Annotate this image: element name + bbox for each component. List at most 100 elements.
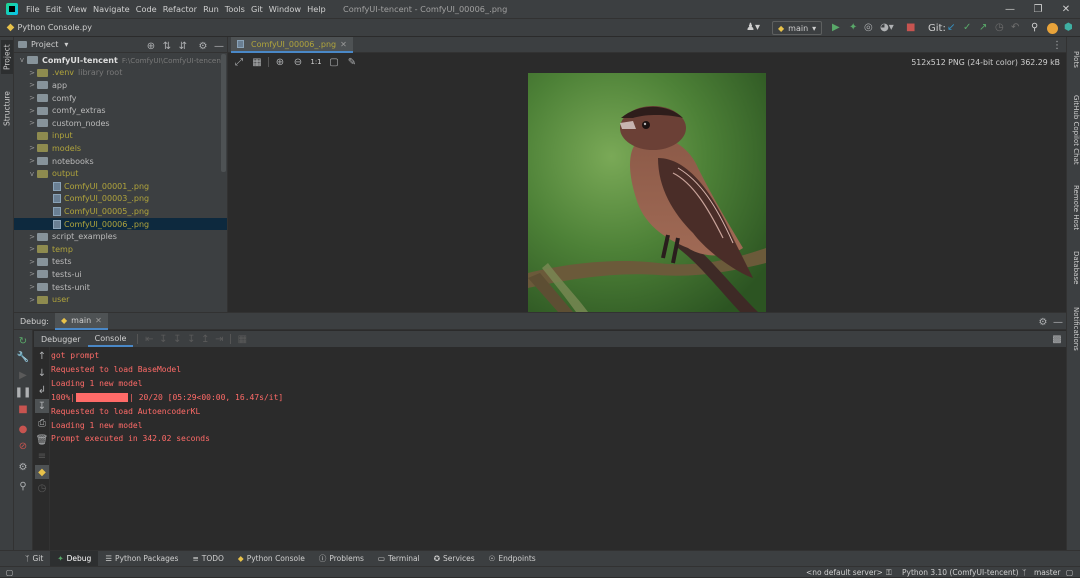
tree-folder-row[interactable]: > notebooks (14, 155, 227, 168)
structure-tool-tab[interactable]: Structure (1, 87, 13, 131)
tab-console[interactable]: Console (87, 331, 134, 347)
debug-icon[interactable]: ✦ (849, 22, 857, 33)
step-into-icon[interactable]: ↧ (170, 332, 184, 346)
interpreter-status[interactable]: Python 3.10 (ComfyUI-tencent) (902, 568, 1019, 577)
tree-file-row[interactable]: ComfyUI_00001_.png (14, 180, 227, 193)
editor-tab[interactable]: ComfyUI_00006_.png ✕ (231, 37, 353, 53)
tab-git[interactable]: ᛉ Git (18, 551, 50, 566)
tree-root[interactable]: v ComfyUI-tencent F:\ComfyUI\ComfyUI-ten… (14, 54, 227, 67)
evaluate-expression-icon[interactable]: ▦ (235, 332, 249, 346)
chevron-right-icon[interactable]: > (27, 245, 37, 253)
maximize-button[interactable]: ❐ (1024, 0, 1052, 18)
tree-folder-row[interactable]: v output (14, 167, 227, 180)
zoom-in-icon[interactable]: ⊕ (273, 55, 287, 69)
chevron-right-icon[interactable]: > (27, 119, 37, 127)
tree-file-row[interactable]: ComfyUI_00003_.png (14, 193, 227, 206)
actual-size-button[interactable]: 1:1 (309, 55, 323, 69)
minimize-button[interactable]: — (996, 0, 1024, 18)
coverage-icon[interactable]: ◎ (864, 22, 873, 33)
grid-icon[interactable]: ▦ (250, 55, 264, 69)
tab-services[interactable]: ✪ Services (427, 551, 482, 566)
git-rollback-icon[interactable]: ↶ (1011, 22, 1019, 33)
gear-icon[interactable]: ⚙ (196, 39, 210, 53)
menu-window[interactable]: Window (266, 4, 304, 14)
tree-folder-row[interactable]: input (14, 130, 227, 143)
chevron-right-icon[interactable]: > (27, 81, 37, 89)
git-push-icon[interactable]: ↗ (979, 22, 987, 33)
chevron-right-icon[interactable]: > (27, 270, 37, 278)
plots-tool-tab[interactable]: Plots (1068, 51, 1080, 68)
tree-folder-row[interactable]: > tests (14, 256, 227, 269)
fit-to-screen-icon[interactable]: ⤢ (232, 55, 246, 69)
collapse-all-icon[interactable]: ⇵ (176, 39, 190, 53)
stop-icon[interactable]: ■ (16, 402, 30, 416)
chevron-down-icon[interactable]: v (27, 170, 37, 178)
tree-folder-row[interactable]: > .venv library root (14, 67, 227, 80)
menu-navigate[interactable]: Navigate (90, 4, 133, 14)
project-tool-tab[interactable]: Project (1, 40, 13, 74)
zoom-out-icon[interactable]: ⊖ (291, 55, 305, 69)
chevron-right-icon[interactable]: > (27, 283, 37, 291)
debug-session-tab[interactable]: ◆ main ✕ (55, 312, 108, 330)
hide-panel-icon[interactable]: — (1051, 315, 1065, 329)
memory-icon[interactable]: ▢ (1066, 568, 1073, 577)
clock-icon[interactable]: ◷ (35, 481, 49, 495)
branch-status[interactable]: master (1034, 568, 1060, 577)
gear-icon[interactable]: ⚙ (16, 460, 30, 474)
project-panel-title[interactable]: Project (31, 40, 58, 49)
tree-folder-row[interactable]: > custom_nodes (14, 117, 227, 130)
more-tabs-icon[interactable]: ⋮ (1050, 38, 1064, 52)
rerun-icon[interactable]: ↻ (16, 334, 30, 348)
gear-icon[interactable]: ⚙ (1036, 315, 1050, 329)
expand-all-icon[interactable]: ⇅ (160, 39, 174, 53)
tree-folder-row[interactable]: > models (14, 142, 227, 155)
tree-folder-row[interactable]: > comfy_extras (14, 104, 227, 117)
step-over-icon[interactable]: ↧ (156, 332, 170, 346)
resume-icon[interactable]: ▶ (16, 368, 30, 382)
pin-icon[interactable]: ⚲ (16, 479, 30, 493)
tree-file-row[interactable]: ComfyUI_00006_.png (14, 217, 227, 231)
breadcrumb[interactable]: ◆ Python Console.py (6, 22, 92, 33)
up-arrow-icon[interactable]: ↑ (35, 349, 49, 363)
soft-wrap-icon[interactable]: ↲ (35, 383, 49, 397)
pause-icon[interactable]: ❚❚ (15, 385, 32, 399)
copilot-chat-tool-tab[interactable]: GitHub Copilot Chat (1068, 95, 1080, 165)
tab-todo[interactable]: ≡ TODO (185, 551, 230, 566)
tree-folder-row[interactable]: > user (14, 293, 227, 306)
chevron-right-icon[interactable]: > (27, 69, 37, 77)
tab-python-packages[interactable]: ☰ Python Packages (98, 551, 185, 566)
stop-icon[interactable]: ■ (906, 22, 915, 33)
background-icon[interactable]: ▢ (327, 55, 341, 69)
update-icon[interactable] (1047, 23, 1058, 34)
color-picker-icon[interactable]: ✎ (345, 55, 359, 69)
down-arrow-icon[interactable]: ↓ (35, 366, 49, 380)
menu-edit[interactable]: Edit (43, 4, 65, 14)
close-icon[interactable]: ✕ (340, 40, 347, 49)
menu-code[interactable]: Code (133, 4, 160, 14)
print-icon[interactable]: ⎙ (35, 416, 49, 430)
chevron-right-icon[interactable]: > (27, 233, 37, 241)
console-output[interactable]: got prompt Requested to load BaseModel L… (51, 349, 283, 446)
view-breakpoints-icon[interactable]: ● (16, 422, 30, 436)
tree-folder-row[interactable]: > temp (14, 243, 227, 256)
tree-file-row[interactable]: ComfyUI_00005_.png (14, 205, 227, 218)
jetbrains-ai-icon[interactable]: ⬢ (1064, 22, 1073, 33)
run-icon[interactable]: ▶ (832, 22, 840, 33)
menu-run[interactable]: Run (200, 4, 222, 14)
tree-folder-row[interactable]: > tests-unit (14, 281, 227, 294)
menu-git[interactable]: Git (248, 4, 266, 14)
scroll-to-end-icon[interactable]: ↧ (35, 399, 49, 413)
history-icon[interactable]: ≡ (35, 449, 49, 463)
tree-folder-row[interactable]: > script_examples (14, 230, 227, 243)
user-icon[interactable]: ♟▾ (746, 22, 760, 33)
remote-host-tool-tab[interactable]: Remote Host (1068, 185, 1080, 230)
scrollbar[interactable] (221, 54, 226, 172)
panel-toggle-icon[interactable]: ▢ (6, 568, 13, 577)
notifications-tool-tab[interactable]: Notifications (1068, 307, 1080, 351)
tree-folder-row[interactable]: > tests-ui (14, 268, 227, 281)
trash-icon[interactable]: 🗑 (35, 433, 49, 447)
layout-icon[interactable]: ▩ (1050, 332, 1064, 346)
git-update-icon[interactable]: ↙ (947, 22, 955, 33)
close-icon[interactable]: ✕ (95, 316, 102, 325)
step-out-icon[interactable]: ↥ (198, 332, 212, 346)
